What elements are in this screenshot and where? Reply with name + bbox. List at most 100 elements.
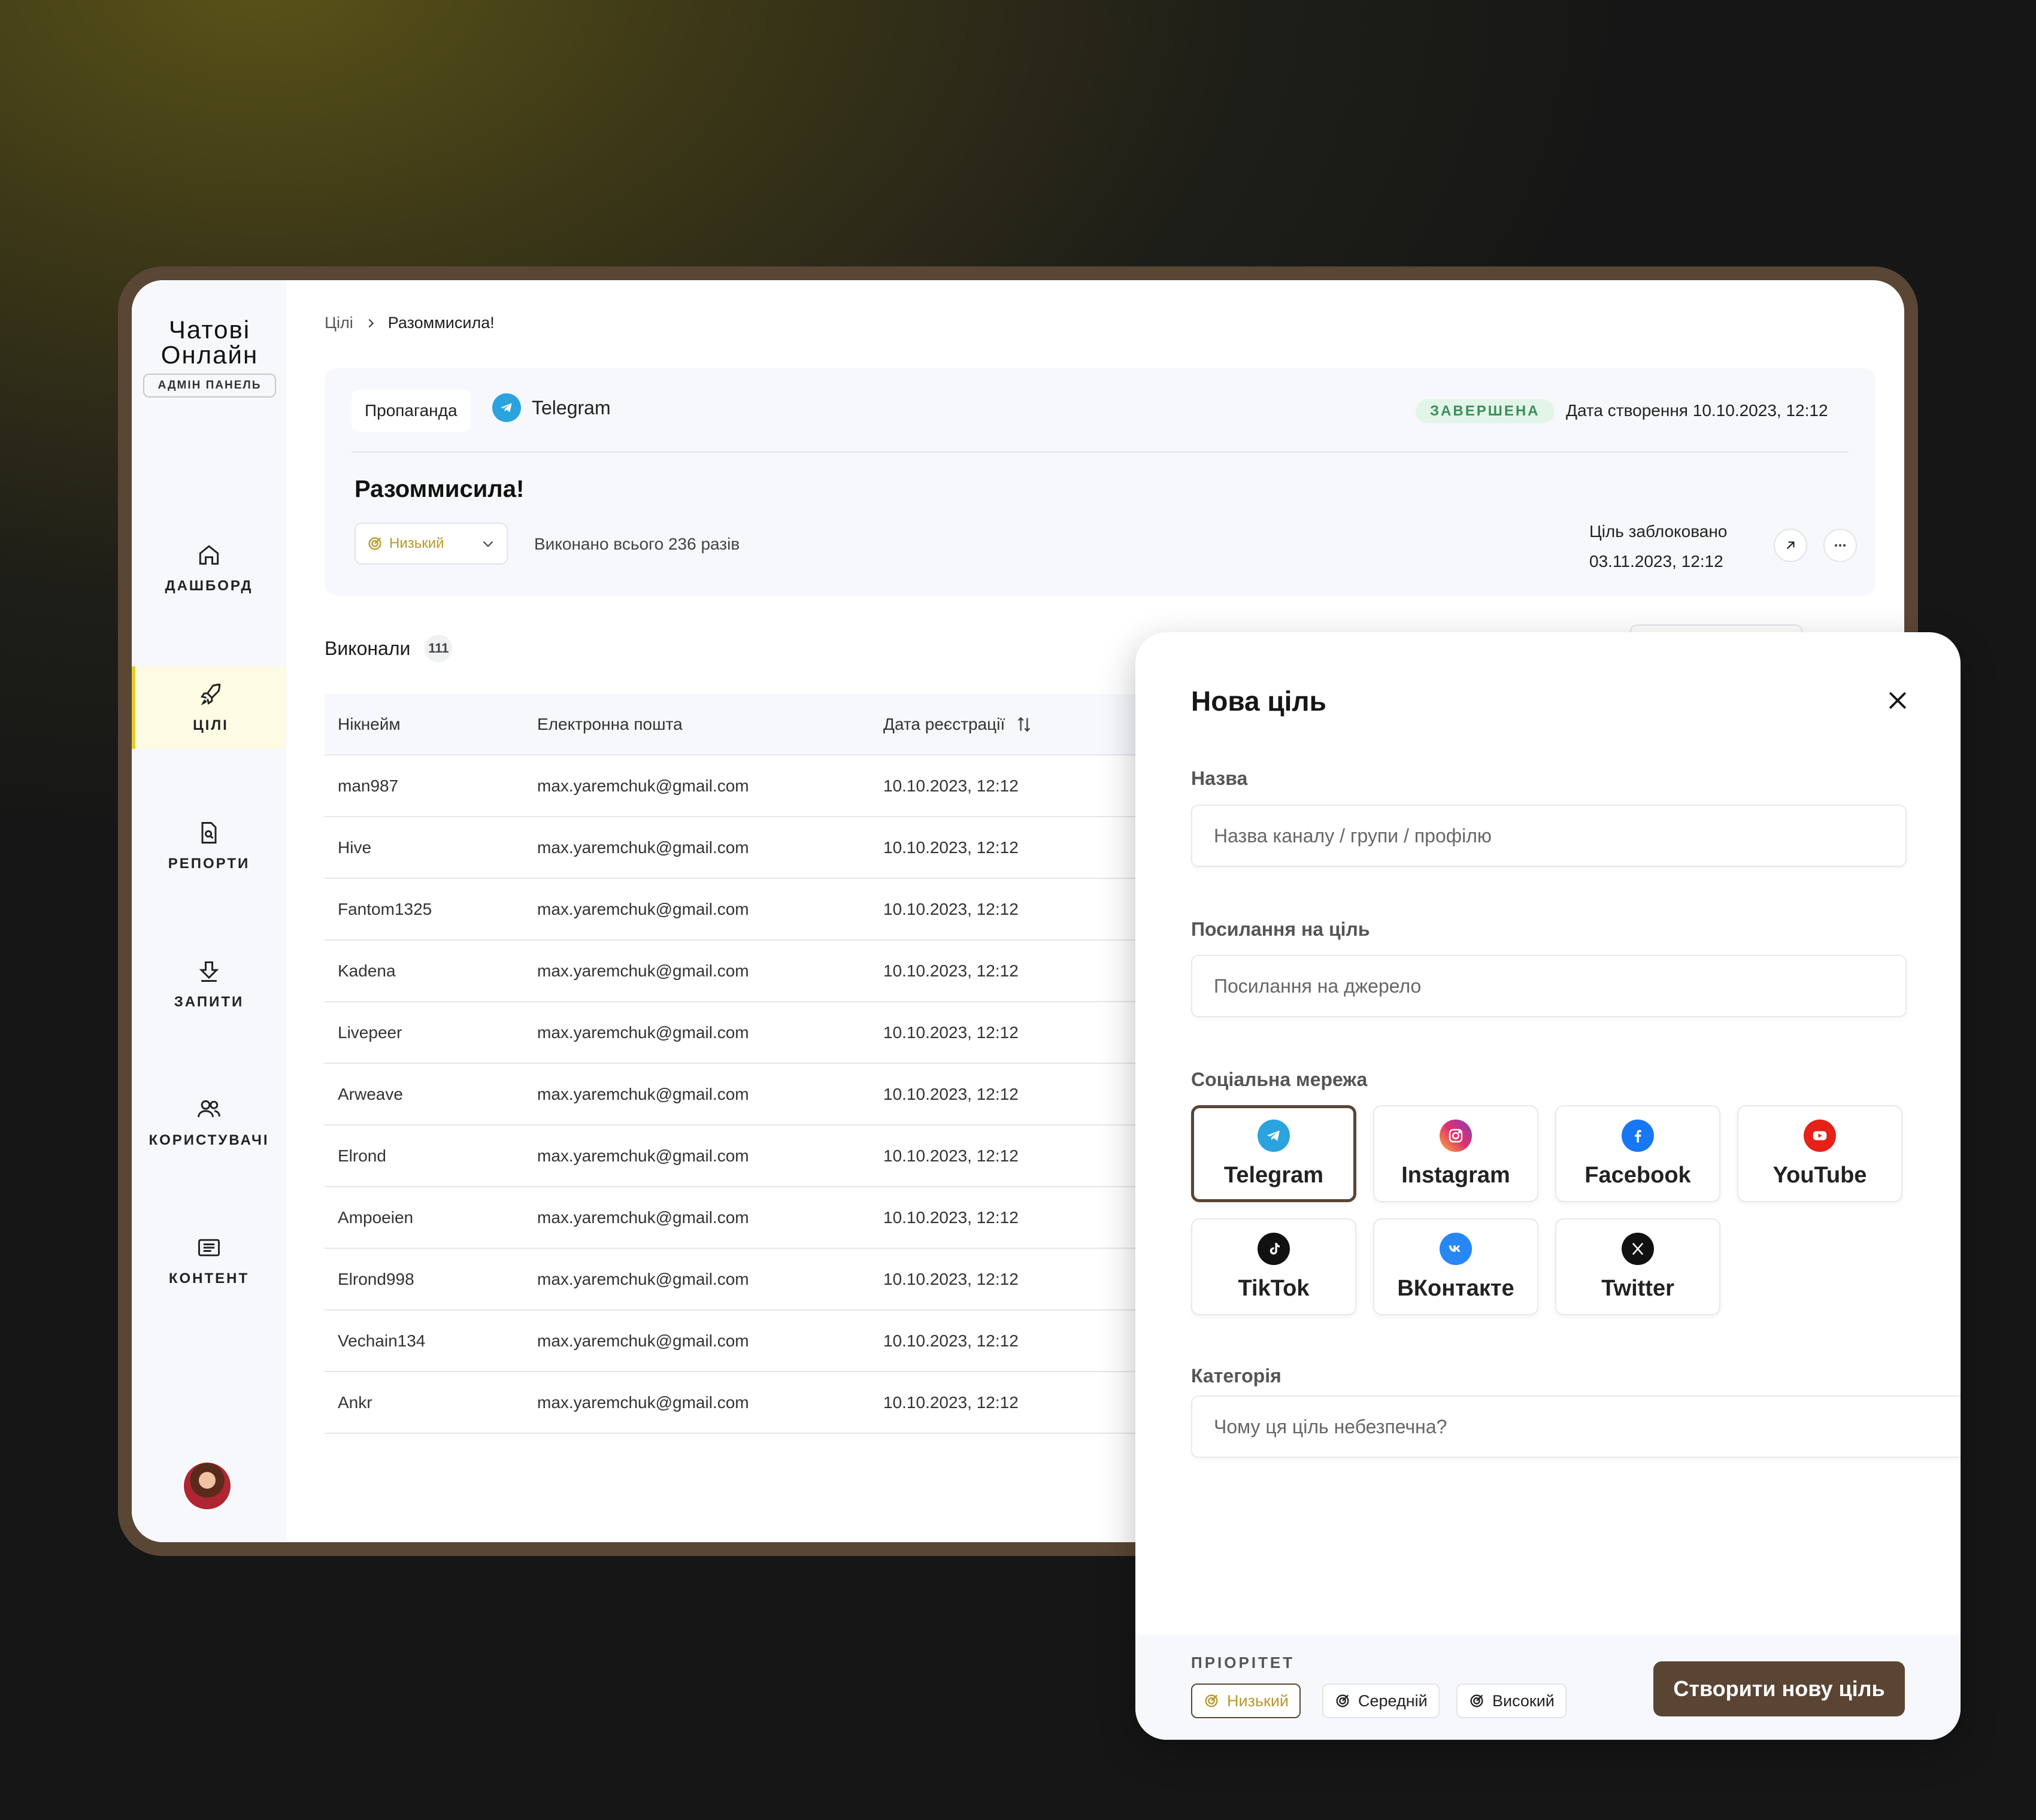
nav-label: КОНТЕНТ: [168, 1270, 250, 1287]
priority-chip-label: Низький: [1227, 1691, 1289, 1710]
modal-title: Нова ціль: [1191, 685, 1326, 717]
tiktok-icon: [1258, 1232, 1290, 1265]
users-icon: [198, 1100, 220, 1117]
nav-label: КОРИСТУВАЧІ: [149, 1132, 269, 1148]
youtube-icon: [1804, 1119, 1836, 1152]
network-name: Telegram: [532, 396, 611, 418]
chevron-right-icon: [368, 318, 374, 327]
executors-header: Виконали 111: [325, 635, 453, 662]
cell-nickname: Livepeer: [338, 1023, 402, 1042]
priority-high[interactable]: Високий: [1456, 1684, 1567, 1718]
home-icon: [199, 545, 219, 565]
x-icon: [1622, 1232, 1654, 1265]
target-icon: [1470, 1694, 1483, 1707]
category-label: Категорія: [1191, 1365, 1281, 1387]
header-nickname[interactable]: Нікнейм: [325, 715, 537, 734]
more-button[interactable]: [1823, 529, 1857, 562]
nav-label: ДАШБОРД: [165, 578, 253, 594]
avatar[interactable]: [182, 1461, 232, 1511]
cell-nickname: Vechain134: [338, 1331, 426, 1350]
priority-medium[interactable]: Середній: [1322, 1684, 1440, 1718]
priority-chip-label: Середній: [1358, 1691, 1428, 1710]
target-title: Разоммисила!: [355, 476, 525, 502]
created-date: Дата створення 10.10.2023, 12:12: [1566, 401, 1828, 420]
network-label: Telegram: [492, 393, 611, 422]
cell-email: max.yaremchuk@gmail.com: [537, 1208, 749, 1227]
social-label-text: Twitter: [1601, 1275, 1674, 1301]
target-icon: [368, 537, 381, 550]
telegram-icon: [1258, 1119, 1290, 1152]
priority-select[interactable]: Низький: [355, 523, 508, 565]
chevron-down-icon: [483, 541, 493, 547]
social-label-text: YouTube: [1773, 1162, 1867, 1188]
sidebar: Чатові Онлайн АДМІН ПАНЕЛЬ ДАШБОРД ЦІЛІ …: [132, 280, 286, 1542]
name-input[interactable]: Назва каналу / групи / профілю: [1191, 805, 1907, 867]
nav-content[interactable]: КОНТЕНТ: [132, 1220, 286, 1302]
social-facebook[interactable]: Facebook: [1555, 1105, 1720, 1202]
social-tiktok[interactable]: TikTok: [1191, 1218, 1356, 1315]
nav-targets[interactable]: ЦІЛІ: [132, 666, 286, 749]
cell-email: max.yaremchuk@gmail.com: [537, 899, 749, 918]
social-vk[interactable]: ВКонтакте: [1373, 1218, 1538, 1315]
priority-label: ПРІОРІТЕТ: [1191, 1654, 1295, 1672]
breadcrumb-root[interactable]: Цілі: [325, 314, 353, 332]
logo-bottom: Онлайн: [160, 341, 259, 369]
vk-icon: [1440, 1232, 1472, 1265]
cell-nickname: Ampoeien: [338, 1208, 414, 1227]
create-target-button[interactable]: Створити нову ціль: [1653, 1661, 1905, 1716]
cell-nickname: Hive: [338, 838, 372, 857]
close-icon: [1889, 691, 1907, 709]
target-card: Пропаганда Telegram ЗАВЕРШЕНА Дата створ…: [325, 368, 1876, 596]
nav-users[interactable]: КОРИСТУВАЧІ: [132, 1081, 286, 1164]
cell-email: max.yaremchuk@gmail.com: [537, 1146, 749, 1165]
cell-nickname: Kadena: [338, 961, 396, 980]
link-input[interactable]: Посилання на джерело: [1191, 955, 1907, 1017]
priority-low[interactable]: Низький: [1191, 1684, 1301, 1718]
social-label-text: Facebook: [1584, 1162, 1691, 1188]
instagram-icon: [1440, 1119, 1472, 1152]
open-link-button[interactable]: [1774, 529, 1807, 562]
telegram-icon: [492, 393, 521, 422]
report-icon: [201, 822, 217, 844]
priority-value: Низький: [389, 535, 444, 551]
cell-email: max.yaremchuk@gmail.com: [537, 1084, 749, 1103]
social-youtube[interactable]: YouTube: [1737, 1105, 1902, 1202]
social-instagram[interactable]: Instagram: [1373, 1105, 1538, 1202]
social-label-text: TikTok: [1238, 1275, 1310, 1301]
nav-requests[interactable]: ЗАПИТИ: [132, 943, 286, 1026]
content-icon: [198, 1239, 220, 1257]
sort-icon: [1018, 717, 1031, 732]
admin-badge: АДМІН ПАНЕЛЬ: [143, 374, 276, 398]
social-telegram[interactable]: Telegram: [1191, 1105, 1356, 1202]
logo-top: Чатові: [168, 316, 251, 344]
executors-label: Виконали: [325, 637, 411, 659]
nav-reports[interactable]: РЕПОРТИ: [132, 805, 286, 887]
rocket-icon: [200, 684, 221, 705]
name-label: Назва: [1191, 768, 1248, 789]
arrow-up-right-icon: [1786, 541, 1795, 550]
nav-label: ЦІЛІ: [193, 717, 229, 733]
blocked-info: Ціль заблоковано 03.11.2023, 12:12: [1589, 517, 1727, 577]
social-label-text: ВКонтакте: [1397, 1275, 1514, 1301]
header-email[interactable]: Електронна пошта: [537, 715, 883, 734]
cell-email: max.yaremchuk@gmail.com: [537, 838, 749, 857]
cell-nickname: Elrond: [338, 1146, 386, 1165]
cell-nickname: Arweave: [338, 1084, 403, 1103]
status-badge: ЗАВЕРШЕНА: [1416, 399, 1555, 423]
cell-nickname: Fantom1325: [338, 899, 432, 918]
category-input[interactable]: Чому ця ціль небезпечна?: [1191, 1396, 1961, 1458]
done-count: Виконано всього 236 разів: [534, 535, 740, 553]
close-button[interactable]: [1881, 684, 1914, 717]
cell-nickname: Ankr: [338, 1393, 372, 1412]
category-tag: Пропаганда: [352, 390, 471, 432]
nav-label: ЗАПИТИ: [174, 994, 244, 1010]
cell-email: max.yaremchuk@gmail.com: [537, 1269, 749, 1288]
social-twitter[interactable]: Twitter: [1555, 1218, 1720, 1315]
blocked-label: Ціль заблоковано: [1589, 522, 1728, 541]
cell-nickname: Elrond998: [338, 1269, 414, 1288]
nav-dashboard[interactable]: ДАШБОРД: [132, 527, 286, 609]
cell-email: max.yaremchuk@gmail.com: [537, 1393, 749, 1412]
cell-email: max.yaremchuk@gmail.com: [537, 1023, 749, 1042]
download-icon: [199, 961, 219, 982]
divider: [352, 451, 1849, 453]
